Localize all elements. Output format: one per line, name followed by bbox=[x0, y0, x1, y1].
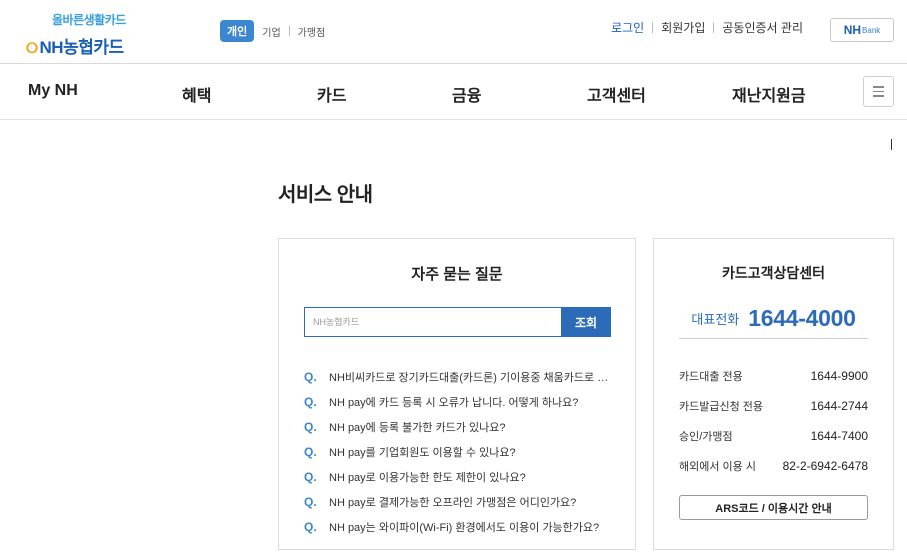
phone-number: 1644-2744 bbox=[810, 399, 868, 413]
nav-disaster-support[interactable]: 재난지원금 bbox=[732, 82, 806, 106]
phone-label: 해외에서 이용 시 bbox=[679, 461, 756, 473]
customer-center-title: 카드고객상담센터 bbox=[721, 265, 826, 281]
nav-benefits[interactable]: 혜택 bbox=[182, 82, 211, 106]
phone-row: 승인/가맹점 1644-7400 bbox=[679, 421, 868, 451]
nav-card[interactable]: 카드 bbox=[317, 82, 346, 106]
faq-search-button[interactable]: 조회 bbox=[561, 307, 611, 337]
text-cursor-mark bbox=[891, 139, 892, 150]
question-mark-label: Q. bbox=[304, 419, 317, 434]
question-mark-label: Q. bbox=[304, 519, 317, 534]
top-bar: 올바른생활카드 ⭘ NH농협카드 개인 기업 가맹점 로그인 회원가입 공동인증서… bbox=[0, 0, 907, 64]
phone-label: 카드발급신청 전용 bbox=[679, 401, 764, 413]
faq-item[interactable]: Q. NH비씨카드로 장기카드대출(카드론) 기이용중 채움카드로 추가 이용이 … bbox=[304, 364, 614, 389]
phone-row: 카드대출 전용 1644-9900 bbox=[679, 361, 868, 391]
faq-item[interactable]: Q. NH pay로 이용가능한 한도 제한이 있나요? bbox=[304, 464, 614, 489]
phone-row: 카드발급신청 전용 1644-2744 bbox=[679, 391, 868, 421]
nh-bank-button[interactable]: NH Bank bbox=[830, 18, 894, 42]
faq-item[interactable]: Q. NH pay를 기업회원도 이용할 수 있나요? bbox=[304, 439, 614, 464]
question-mark-label: Q. bbox=[304, 494, 317, 509]
ars-code-button[interactable]: ARS코드 / 이용시간 안내 bbox=[679, 495, 868, 520]
faq-item[interactable]: Q. NH pay에 등록 불가한 카드가 있나요? bbox=[304, 414, 614, 439]
phone-number: 1644-9900 bbox=[810, 369, 868, 383]
customer-type-switch: 개인 기업 가맹점 bbox=[220, 20, 334, 42]
segment-corporate[interactable]: 기업 bbox=[254, 24, 288, 39]
nav-finance[interactable]: 금융 bbox=[452, 82, 481, 106]
phone-label: 카드대출 전용 bbox=[679, 371, 743, 383]
join-link[interactable]: 회원가입 bbox=[653, 19, 713, 36]
phone-number: 1644-7400 bbox=[810, 429, 868, 443]
question-mark-label: Q. bbox=[304, 394, 317, 409]
faq-question: NH pay는 와이파이(Wi-Fi) 환경에서도 이용이 가능한가요? bbox=[329, 521, 600, 534]
main-phone: 대표전화 1644-4000 bbox=[679, 299, 868, 339]
logo-slogan: 올바른생활카드 bbox=[52, 13, 126, 27]
faq-search-input[interactable] bbox=[304, 307, 561, 337]
faq-panel: 자주 묻는 질문 조회 Q. NH비씨카드로 장기카드대출(카드론) 기이용중 채… bbox=[278, 238, 636, 550]
utility-links: 로그인 회원가입 공동인증서 관리 bbox=[603, 19, 811, 36]
faq-question: NH pay로 결제가능한 오프라인 가맹점은 어디인가요? bbox=[329, 496, 577, 509]
faq-item[interactable]: Q. NH pay로 결제가능한 오프라인 가맹점은 어디인가요? bbox=[304, 489, 614, 514]
menu-icon[interactable] bbox=[863, 76, 894, 107]
logo-name: NH농협카드 bbox=[39, 38, 125, 57]
nh-card-logo[interactable]: 올바른생활카드 ⭘ NH농협카드 bbox=[26, 8, 156, 58]
question-mark-label: Q. bbox=[304, 369, 317, 384]
logo-mark: ⭘ NH농협카드 bbox=[26, 33, 124, 58]
login-link[interactable]: 로그인 bbox=[603, 19, 652, 36]
faq-question: NH비씨카드로 장기카드대출(카드론) 기이용중 채움카드로 추가 이용이 가능… bbox=[329, 371, 614, 384]
main-navigation: My NH 혜택 카드 금융 고객센터 재난지원금 bbox=[0, 65, 907, 120]
phone-number: 82-2-6942-6478 bbox=[782, 459, 868, 473]
faq-question: NH pay를 기업회원도 이용할 수 있나요? bbox=[329, 446, 516, 459]
faq-list: Q. NH비씨카드로 장기카드대출(카드론) 기이용중 채움카드로 추가 이용이 … bbox=[304, 364, 614, 539]
segment-personal[interactable]: 개인 bbox=[220, 20, 255, 42]
main-phone-number: 1644-4000 bbox=[748, 305, 856, 331]
segment-merchant[interactable]: 가맹점 bbox=[290, 24, 334, 39]
nh-ring-icon: ⭘ bbox=[26, 40, 38, 57]
faq-search: 조회 bbox=[304, 307, 611, 337]
question-mark-label: Q. bbox=[304, 469, 317, 484]
faq-question: NH pay로 이용가능한 한도 제한이 있나요? bbox=[329, 471, 526, 484]
question-mark-label: Q. bbox=[304, 444, 317, 459]
faq-item[interactable]: Q. NH pay에 카드 등록 시 오류가 납니다. 어떻게 하나요? bbox=[304, 389, 614, 414]
faq-title: 자주 묻는 질문 bbox=[411, 266, 503, 283]
phone-row: 해외에서 이용 시 82-2-6942-6478 bbox=[679, 451, 868, 481]
page-title: 서비스 안내 bbox=[278, 184, 373, 206]
faq-question: NH pay에 등록 불가한 카드가 있나요? bbox=[329, 421, 506, 434]
nav-customer-center[interactable]: 고객센터 bbox=[587, 82, 646, 106]
phone-list: 카드대출 전용 1644-9900 카드발급신청 전용 1644-2744 승인/가… bbox=[679, 361, 868, 481]
nh-bank-suffix: Bank bbox=[862, 25, 881, 35]
main-phone-label: 대표전화 bbox=[691, 312, 740, 327]
phone-label: 승인/가맹점 bbox=[679, 431, 733, 443]
certificate-link[interactable]: 공동인증서 관리 bbox=[714, 19, 811, 36]
customer-center-panel: 카드고객상담센터 대표전화 1644-4000 카드대출 전용 1644-9900… bbox=[653, 238, 894, 550]
nav-my-nh[interactable]: My NH bbox=[28, 82, 78, 100]
faq-question: NH pay에 카드 등록 시 오류가 납니다. 어떻게 하나요? bbox=[329, 396, 579, 409]
nh-bank-label: NH bbox=[843, 23, 862, 37]
faq-item[interactable]: Q. NH pay는 와이파이(Wi-Fi) 환경에서도 이용이 가능한가요? bbox=[304, 514, 614, 539]
